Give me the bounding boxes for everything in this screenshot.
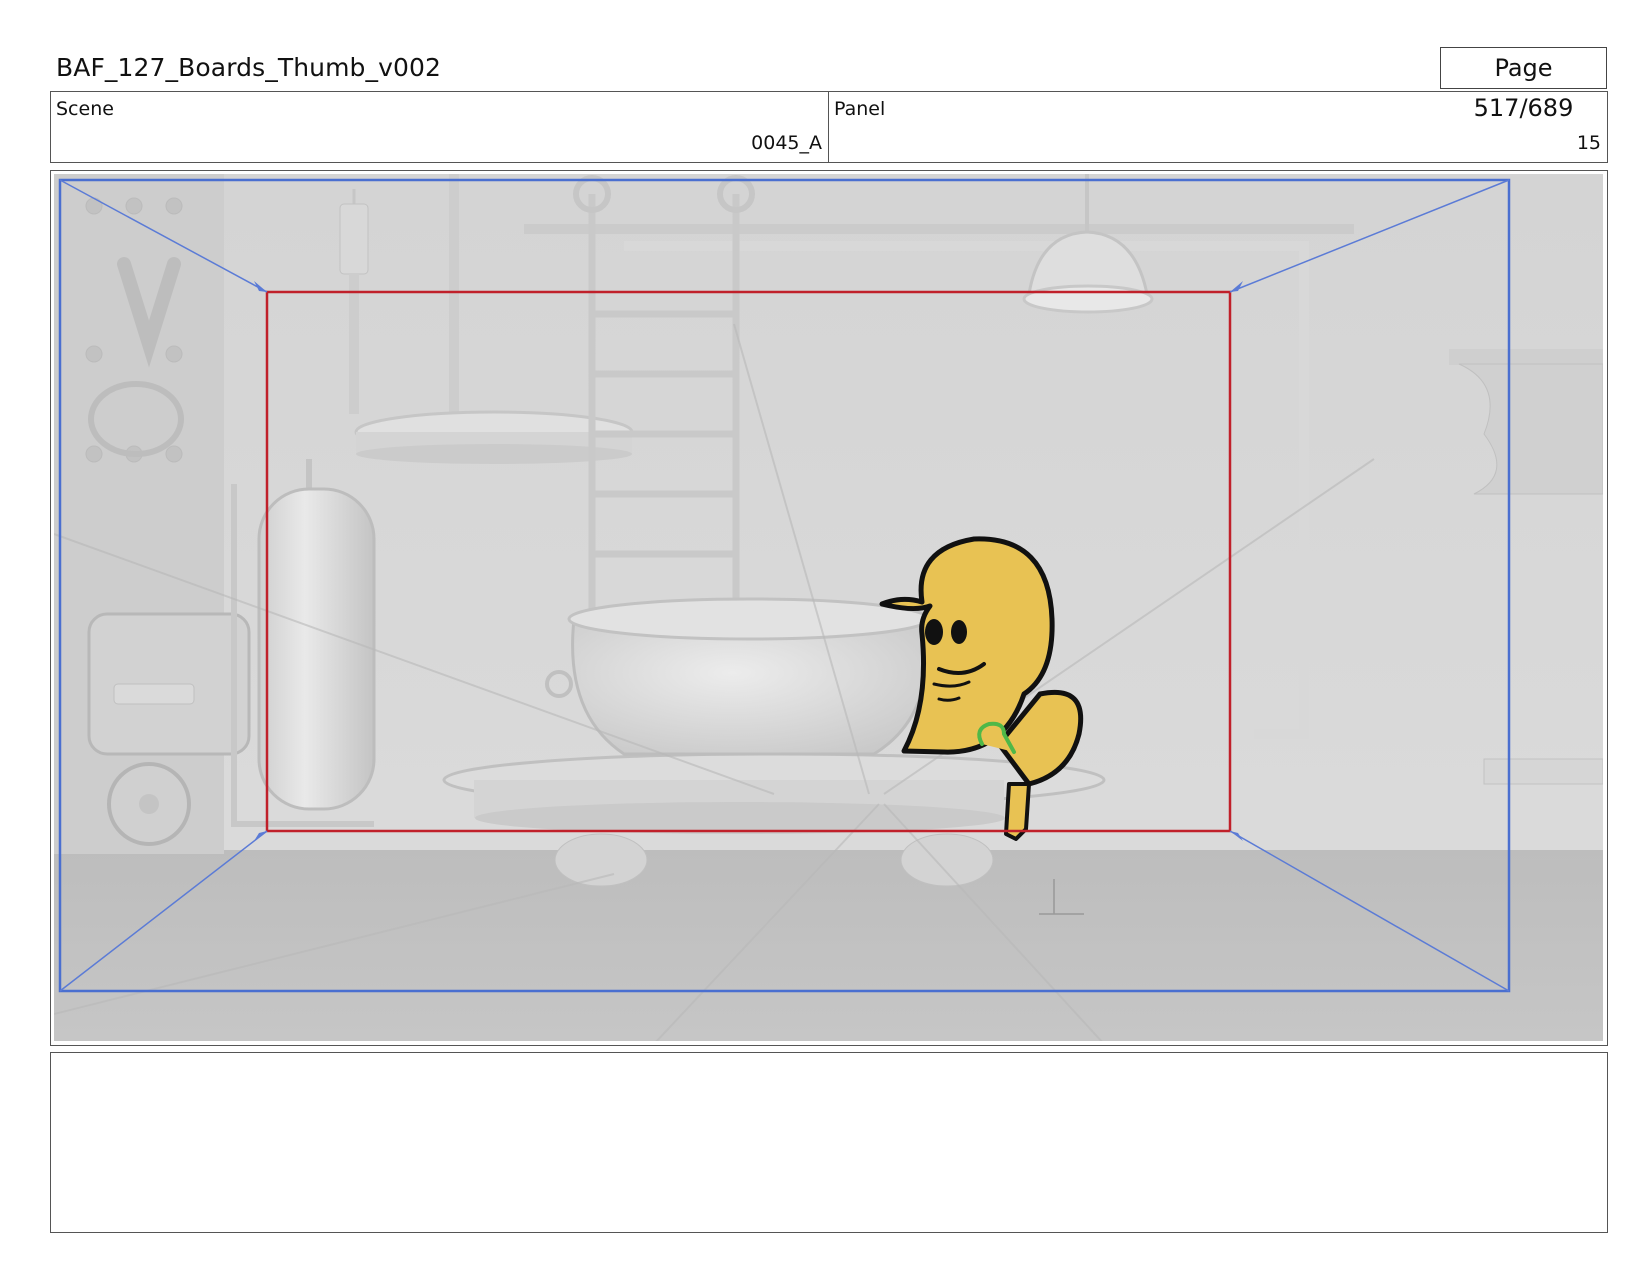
scene-panel-info-row: Scene 0045_A Panel 15 [50,91,1608,163]
storyboard-frame [50,170,1608,1046]
storyboard-drawing [54,174,1603,1041]
panel-cell: Panel 15 [829,92,1607,162]
scene-value: 0045_A [751,132,822,154]
gas-cylinder [257,459,376,811]
page-counter: Page 517/689 [1440,47,1607,122]
scene-cell: Scene 0045_A [51,92,829,162]
notes-box [50,1052,1608,1233]
panel-label: Panel [834,98,886,120]
panel-value: 15 [1576,132,1601,154]
document-title: BAF_127_Boards_Thumb_v002 [56,53,442,82]
scene-label: Scene [56,98,114,120]
